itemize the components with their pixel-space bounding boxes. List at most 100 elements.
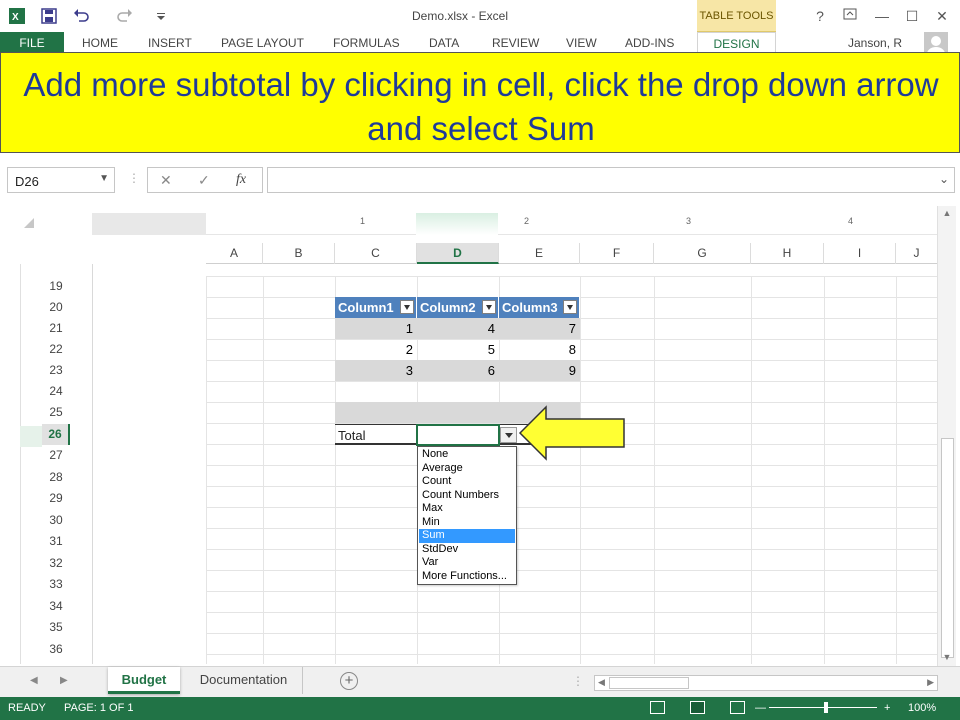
table-cell[interactable]: 2 xyxy=(335,339,417,360)
tab-home[interactable]: HOME xyxy=(82,32,118,54)
zoom-out-button[interactable]: — xyxy=(755,702,766,714)
row-header[interactable]: 20 xyxy=(42,297,70,318)
filter-dropdown-icon[interactable] xyxy=(400,300,414,314)
table-cell[interactable]: 5 xyxy=(417,339,499,360)
table-header-cell[interactable]: Column1 xyxy=(335,297,417,318)
page-layout-view-icon[interactable] xyxy=(690,701,705,714)
scroll-right-icon[interactable]: ▶ xyxy=(927,677,934,688)
add-sheet-icon[interactable]: + xyxy=(340,672,358,690)
row-header[interactable]: 19 xyxy=(42,276,70,297)
row-header[interactable]: 23 xyxy=(42,360,70,381)
zoom-slider-thumb[interactable] xyxy=(824,702,828,713)
undo-icon[interactable] xyxy=(72,7,90,25)
normal-view-icon[interactable] xyxy=(650,701,665,714)
horizontal-scrollbar[interactable]: ◀ ▶ xyxy=(594,675,938,691)
dropdown-item-average[interactable]: Average xyxy=(419,462,515,476)
tab-file[interactable]: FILE xyxy=(0,32,64,54)
column-header[interactable]: A xyxy=(206,243,263,264)
row-header[interactable]: 28 xyxy=(42,467,70,488)
column-header-active[interactable]: D xyxy=(417,243,499,264)
row-header[interactable]: 25 xyxy=(42,402,70,423)
redo-icon[interactable] xyxy=(116,7,134,25)
sheet-tab-documentation[interactable]: Documentation xyxy=(185,667,303,694)
dropdown-item-none[interactable]: None xyxy=(419,448,515,462)
column-header[interactable]: C xyxy=(335,243,417,264)
scroll-tabs-right-icon[interactable]: ▶ xyxy=(60,675,68,686)
scroll-up-icon[interactable]: ▲ xyxy=(940,208,954,222)
total-row-label[interactable]: Total xyxy=(335,424,417,445)
filter-dropdown-icon[interactable] xyxy=(482,300,496,314)
tab-review[interactable]: REVIEW xyxy=(492,32,539,54)
dropdown-item-more-functions[interactable]: More Functions... xyxy=(419,570,515,584)
column-header[interactable]: J xyxy=(896,243,937,264)
table-cell[interactable]: 3 xyxy=(335,360,417,381)
chevron-down-icon[interactable]: ⌄ xyxy=(939,172,949,186)
tab-formulas[interactable]: FORMULAS xyxy=(333,32,400,54)
column-header[interactable]: F xyxy=(580,243,654,264)
row-header[interactable]: 34 xyxy=(42,596,70,617)
formula-input[interactable]: ⌄ xyxy=(267,167,955,193)
table-cell[interactable]: 1 xyxy=(335,318,417,339)
scroll-left-icon[interactable]: ◀ xyxy=(598,677,605,688)
avatar[interactable] xyxy=(924,32,948,54)
minimize-button[interactable]: — xyxy=(872,6,892,26)
table-header-cell[interactable]: Column3 xyxy=(499,297,580,318)
column-header[interactable]: G xyxy=(654,243,751,264)
ribbon-display-button[interactable] xyxy=(840,6,860,26)
row-header[interactable]: 31 xyxy=(42,531,70,552)
page-break-view-icon[interactable] xyxy=(730,701,745,714)
tab-insert[interactable]: INSERT xyxy=(148,32,192,54)
row-header[interactable]: 24 xyxy=(42,381,70,402)
dropdown-item-count-numbers[interactable]: Count Numbers xyxy=(419,489,515,503)
restore-button[interactable]: ☐ xyxy=(902,6,922,26)
row-header[interactable]: 27 xyxy=(42,445,70,466)
help-button[interactable]: ? xyxy=(810,6,830,26)
zoom-slider[interactable] xyxy=(769,707,877,708)
row-header-active[interactable]: 26 xyxy=(42,424,70,445)
column-header[interactable]: H xyxy=(751,243,824,264)
row-header[interactable]: 32 xyxy=(42,553,70,574)
scrollbar-thumb[interactable] xyxy=(609,677,689,689)
column-header[interactable]: B xyxy=(263,243,335,264)
dropdown-item-sum[interactable]: Sum xyxy=(419,529,515,543)
insert-function-icon[interactable]: fx xyxy=(236,172,246,188)
save-icon[interactable] xyxy=(40,7,58,25)
scrollbar-thumb[interactable] xyxy=(941,438,954,658)
row-header[interactable]: 30 xyxy=(42,510,70,531)
dropdown-item-count[interactable]: Count xyxy=(419,475,515,489)
table-cell[interactable]: 9 xyxy=(499,360,580,381)
zoom-in-button[interactable]: + xyxy=(884,702,890,714)
dropdown-item-stddev[interactable]: StdDev xyxy=(419,543,515,557)
table-cell[interactable]: 6 xyxy=(417,360,499,381)
sheet-tab-budget[interactable]: Budget xyxy=(108,667,180,694)
column-header[interactable]: E xyxy=(499,243,580,264)
enter-icon[interactable]: ✓ xyxy=(198,172,210,189)
row-header[interactable]: 22 xyxy=(42,339,70,360)
close-button[interactable]: ✕ xyxy=(932,6,952,26)
chevron-down-icon[interactable]: ▼ xyxy=(99,173,109,184)
filter-dropdown-icon[interactable] xyxy=(563,300,577,314)
table-cell[interactable]: 8 xyxy=(499,339,580,360)
tab-design[interactable]: DESIGN xyxy=(697,32,776,54)
dropdown-item-min[interactable]: Min xyxy=(419,516,515,530)
user-name[interactable]: Janson, R xyxy=(848,32,902,54)
scroll-down-icon[interactable]: ▼ xyxy=(940,652,954,666)
vertical-scrollbar[interactable]: ▲ ▼ xyxy=(937,206,956,668)
table-cell[interactable]: 4 xyxy=(417,318,499,339)
dropdown-item-max[interactable]: Max xyxy=(419,502,515,516)
zoom-level[interactable]: 100% xyxy=(908,702,936,714)
cell-dropdown-button[interactable] xyxy=(500,427,517,443)
select-all-corner[interactable] xyxy=(24,218,34,228)
tab-data[interactable]: DATA xyxy=(429,32,459,54)
dropdown-item-var[interactable]: Var xyxy=(419,556,515,570)
row-header[interactable]: 21 xyxy=(42,318,70,339)
tab-add-ins[interactable]: ADD-INS xyxy=(625,32,674,54)
tab-split-handle-icon[interactable]: ⋮ xyxy=(572,674,584,688)
row-header[interactable]: 29 xyxy=(42,488,70,509)
table-cell[interactable]: 7 xyxy=(499,318,580,339)
tab-page-layout[interactable]: PAGE LAYOUT xyxy=(221,32,304,54)
tab-view[interactable]: VIEW xyxy=(566,32,597,54)
row-header[interactable]: 35 xyxy=(42,617,70,638)
column-header[interactable]: I xyxy=(824,243,896,264)
customize-qat-icon[interactable] xyxy=(152,7,170,25)
